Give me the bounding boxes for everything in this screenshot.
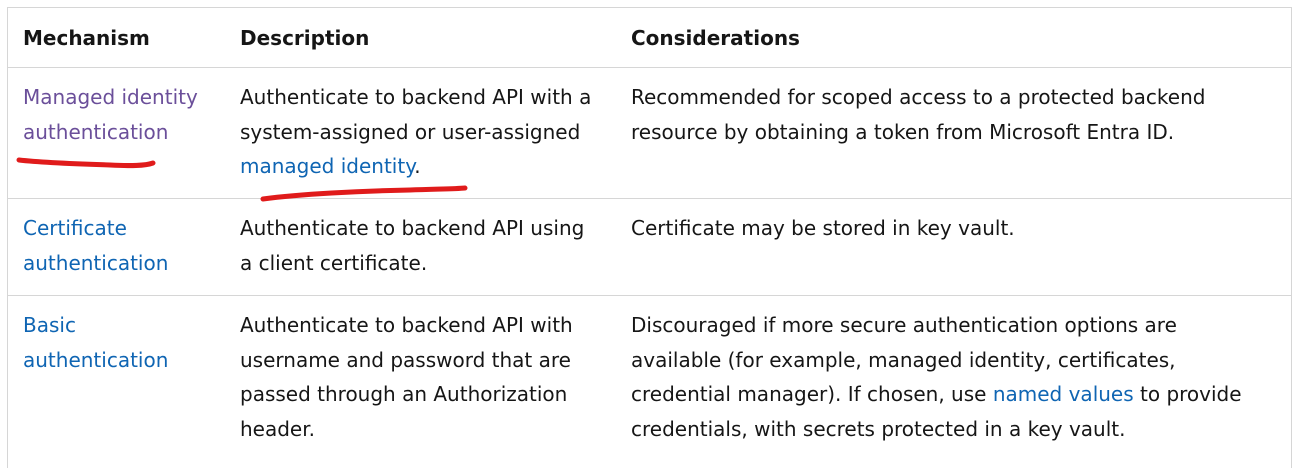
mechanism-cell: Managed identity authentication (23, 80, 223, 149)
header-description: Description (240, 26, 370, 50)
managed-identity-auth-link[interactable]: Managed identity authentication (23, 80, 223, 149)
description-cell: Authenticate to backend API with usernam… (240, 313, 573, 441)
table-row: Managed identity authentication Authenti… (8, 68, 1291, 199)
named-values-link[interactable]: named values (993, 382, 1134, 406)
description-cell: Authenticate to backend API using a clie… (240, 216, 585, 275)
header-considerations: Considerations (631, 26, 800, 50)
table-row: Certificate authentication Authenticate … (8, 199, 1291, 296)
table-row: Basic authentication Authenticate to bac… (8, 296, 1291, 466)
table-header-row: Mechanism Description Considerations (8, 8, 1291, 68)
managed-identity-link[interactable]: managed identity (240, 154, 414, 178)
header-mechanism: Mechanism (23, 26, 150, 50)
auth-mechanisms-table: Mechanism Description Considerations Man… (7, 7, 1292, 468)
mechanism-cell: Certificate authentication (23, 211, 223, 280)
considerations-cell: Certificate may be stored in key vault. (631, 216, 1015, 240)
basic-auth-link[interactable]: Basic authentication (23, 308, 223, 377)
mechanism-cell: Basic authentication (23, 308, 223, 377)
considerations-cell: Recommended for scoped access to a prote… (631, 85, 1206, 144)
considerations-cell: Discouraged if more secure authenticatio… (631, 313, 1242, 441)
certificate-auth-link[interactable]: Certificate authentication (23, 211, 223, 280)
description-cell: Authenticate to backend API with a syste… (240, 85, 592, 178)
